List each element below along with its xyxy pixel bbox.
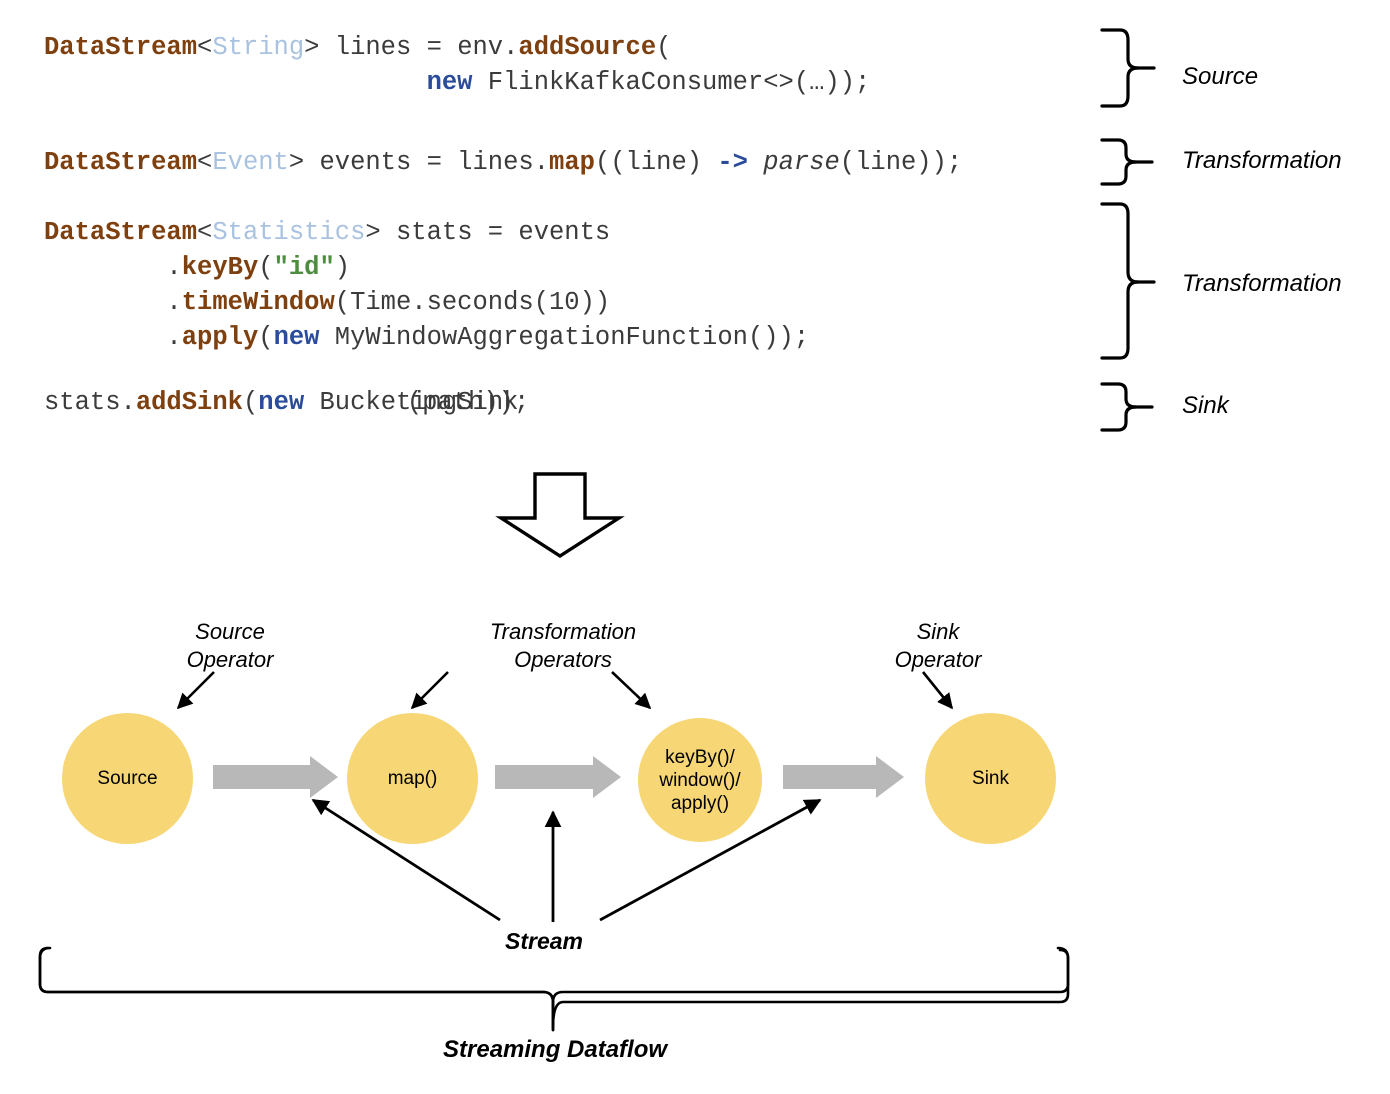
code-token: DataStream xyxy=(44,33,198,62)
code-overlap-wrapper: stats.addSink(new BucketingSink (path)); xyxy=(44,385,529,420)
code-line: DataStream<String> lines = env.addSource… xyxy=(44,30,870,65)
brace-label-sink: Sink xyxy=(1182,392,1229,419)
code-token: new xyxy=(426,68,473,97)
code-token: Statistics xyxy=(212,218,366,247)
code-token: apply xyxy=(181,323,259,352)
code-token: ( xyxy=(258,323,274,352)
code-token: > lines = env. xyxy=(304,33,519,62)
code-token: . xyxy=(44,288,182,317)
code-token: new xyxy=(273,323,320,352)
annot-arrow-source-operator xyxy=(176,671,215,710)
code-token: ( xyxy=(656,33,672,62)
brace-label-transformation-1: Transformation xyxy=(1182,147,1342,174)
code-block-window: DataStream<Statistics> stats = events .k… xyxy=(44,215,809,355)
down-arrow-icon xyxy=(495,472,625,559)
code-line: .keyBy("id") xyxy=(44,250,809,285)
code-token: . xyxy=(44,253,182,282)
node-source[interactable]: Source xyxy=(62,713,193,844)
node-source-label: Source xyxy=(97,768,158,789)
code-token: < xyxy=(197,33,213,62)
code-token: > stats = events xyxy=(365,218,611,247)
code-token: map xyxy=(549,148,595,177)
code-line: .apply(new MyWindowAggregationFunction()… xyxy=(44,320,809,355)
code-overlap-text: (path)); xyxy=(9,388,530,417)
code-token: timeWindow xyxy=(181,288,335,317)
code-token: < xyxy=(197,148,213,177)
node-map-label: map() xyxy=(387,768,438,789)
code-token: < xyxy=(197,218,213,247)
code-line: stats.addSink(new BucketingSink (path)); xyxy=(44,385,529,420)
code-line: .timeWindow(Time.seconds(10)) xyxy=(44,285,809,320)
brace-label-transformation-2: Transformation xyxy=(1182,270,1342,297)
annot-arrow-transformation-right xyxy=(611,671,652,710)
code-token: ) xyxy=(334,253,351,282)
code-token: "id" xyxy=(273,253,335,282)
code-token: Event xyxy=(212,148,289,177)
code-token: String xyxy=(212,33,305,62)
streaming-dataflow-label: Streaming Dataflow xyxy=(443,1036,668,1063)
node-keyby-window-apply[interactable]: keyBy()/ window()/ apply() xyxy=(638,718,762,842)
annotation-sink-operator: Sink Operator xyxy=(894,619,982,672)
code-line: DataStream<Event> events = lines.map((li… xyxy=(44,145,962,180)
code-block-source: DataStream<String> lines = env.addSource… xyxy=(44,30,870,100)
code-token: MyWindowAggregationFunction()); xyxy=(319,323,810,352)
code-token: (line)); xyxy=(839,148,963,177)
code-token: . xyxy=(44,323,182,352)
brace-source xyxy=(1100,28,1156,108)
bottom-brace-left xyxy=(38,956,555,1032)
node-map[interactable]: map() xyxy=(347,713,478,844)
code-token: ( xyxy=(258,253,274,282)
code-token: FlinkKafkaConsumer<>(…)); xyxy=(472,68,871,97)
code-block-map: DataStream<Event> events = lines.map((li… xyxy=(44,145,962,180)
code-token: keyBy xyxy=(181,253,259,282)
brace-label-source: Source xyxy=(1182,63,1259,90)
annot-arrow-transformation-left xyxy=(410,671,449,710)
brace-transformation-2 xyxy=(1100,202,1156,360)
flow-arrow-source-to-map xyxy=(213,756,338,798)
annotation-transformation-operators: Transformation Operators xyxy=(489,619,637,672)
code-line: new FlinkKafkaConsumer<>(…)); xyxy=(44,65,871,100)
bottom-brace-right xyxy=(551,956,1070,1032)
brace-transformation-1 xyxy=(1100,138,1154,186)
brace-sink xyxy=(1100,382,1154,432)
code-token: DataStream xyxy=(44,218,198,247)
code-token: DataStream xyxy=(44,148,198,177)
annotation-source-operator: Source Operator xyxy=(186,619,274,672)
node-keyby-label: keyBy()/ window()/ apply() xyxy=(659,746,741,814)
code-line: DataStream<Statistics> stats = events xyxy=(44,215,809,250)
flow-arrow-keyby-to-sink xyxy=(783,756,904,798)
code-token: addSource xyxy=(518,33,657,62)
code-token: -> xyxy=(717,148,748,177)
code-token: ((line) xyxy=(594,148,718,177)
code-token: > events = lines. xyxy=(288,148,550,177)
node-sink[interactable]: Sink xyxy=(925,713,1056,844)
code-token: (Time.seconds(10)) xyxy=(334,288,611,317)
code-block-sink: stats.addSink(new BucketingSink (path)); xyxy=(44,385,529,420)
stream-label: Stream xyxy=(505,928,583,954)
code-token: parse xyxy=(763,148,840,177)
node-sink-label: Sink xyxy=(972,768,1009,789)
annot-arrow-sink-operator xyxy=(921,671,954,710)
flow-arrow-map-to-keyby xyxy=(495,756,621,798)
